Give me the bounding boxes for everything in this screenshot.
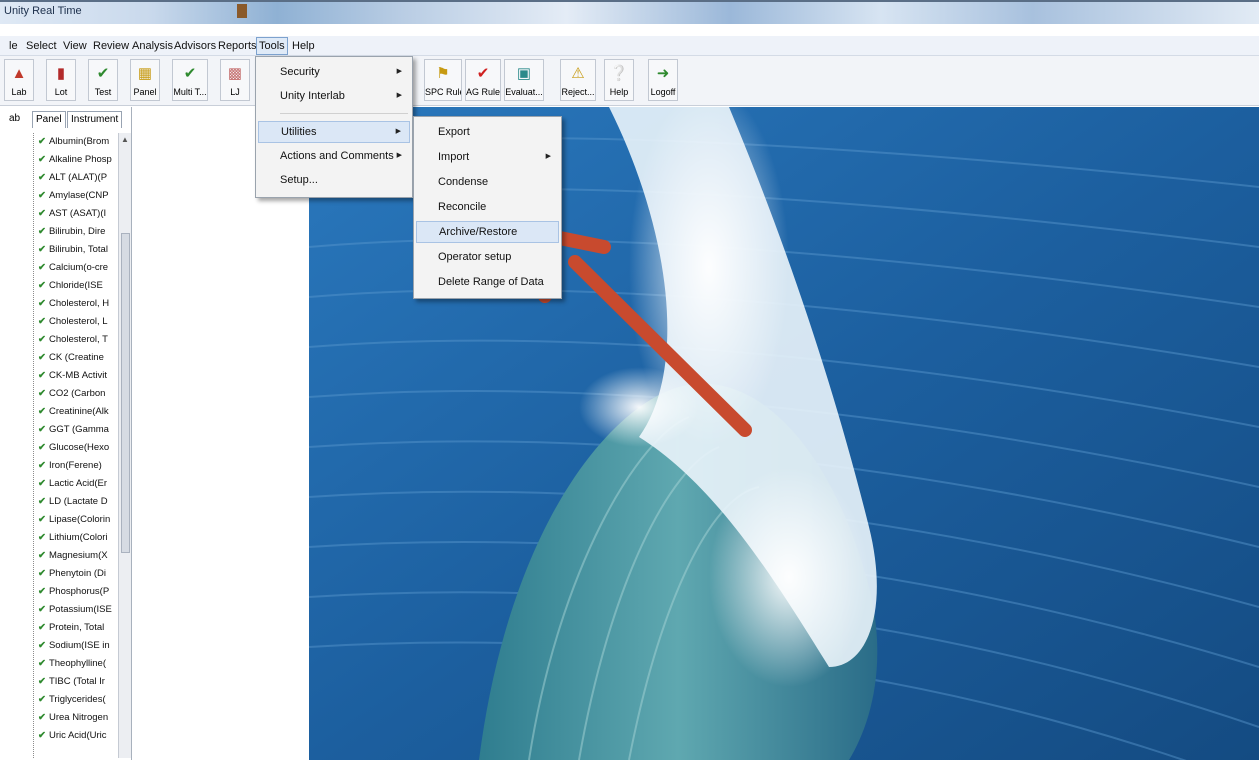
menu-item-utilities-label: Utilities — [281, 126, 317, 138]
submenu-arrow-icon: ▶ — [545, 153, 551, 160]
menu-item-actions-comments[interactable]: Actions and Comments ▶ — [258, 145, 410, 167]
submenu-arrow-icon: ▶ — [395, 128, 401, 135]
menu-item-reconcile-label: Reconcile — [438, 201, 487, 213]
menu-item-operator-setup-label: Operator setup — [438, 251, 512, 263]
menu-item-archive-restore-label: Archive/Restore — [439, 226, 518, 238]
menu-item-export-label: Export — [438, 126, 470, 138]
menu-item-utilities[interactable]: Utilities ▶ — [258, 121, 410, 143]
tools-menu: Security ▶ Unity Interlab ▶ Utilities ▶ … — [255, 56, 413, 198]
arrow-shaft — [568, 255, 752, 437]
menu-item-reconcile[interactable]: Reconcile — [416, 196, 559, 218]
submenu-arrow-icon: ▶ — [396, 152, 402, 159]
menu-item-unity-interlab[interactable]: Unity Interlab ▶ — [258, 85, 410, 107]
menu-item-archive-restore[interactable]: Archive/Restore — [416, 221, 559, 243]
menu-item-condense[interactable]: Condense — [416, 171, 559, 193]
menu-item-security-label: Security — [280, 66, 320, 78]
menu-item-import[interactable]: Import ▶ — [416, 146, 559, 168]
utilities-submenu: Export Import ▶ Condense Reconcile Archi… — [413, 116, 562, 299]
submenu-arrow-icon: ▶ — [396, 92, 402, 99]
menu-separator — [280, 113, 408, 114]
menu-item-setup-label: Setup... — [280, 174, 318, 186]
menu-item-import-label: Import — [438, 151, 470, 163]
menu-item-delete-range-label: Delete Range of Data — [438, 276, 544, 288]
menu-item-unity-interlab-label: Unity Interlab — [280, 90, 345, 102]
menu-item-security[interactable]: Security ▶ — [258, 61, 410, 83]
menu-item-delete-range[interactable]: Delete Range of Data — [416, 271, 559, 293]
menu-item-condense-label: Condense — [438, 176, 489, 188]
menu-item-operator-setup[interactable]: Operator setup — [416, 246, 559, 268]
red-arrow-annotation — [533, 227, 752, 437]
menu-item-export[interactable]: Export — [416, 121, 559, 143]
menu-item-setup[interactable]: Setup... — [258, 169, 410, 191]
menu-item-actions-comments-label: Actions and Comments — [280, 150, 394, 162]
submenu-arrow-icon: ▶ — [396, 68, 402, 75]
